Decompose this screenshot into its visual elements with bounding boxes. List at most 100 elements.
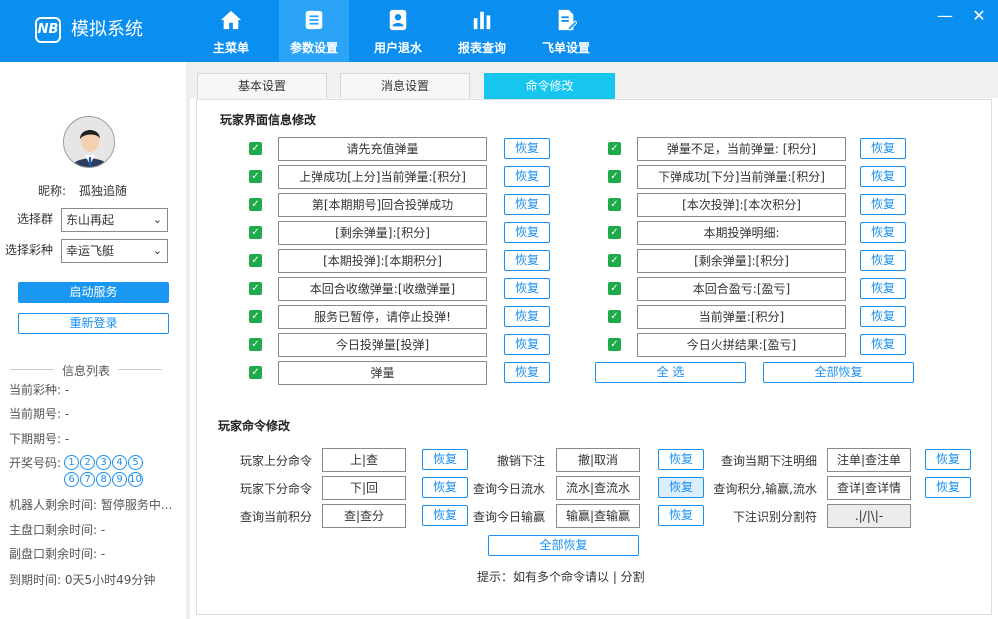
command-field[interactable]: 撤|取消 xyxy=(556,448,640,472)
restore-button[interactable]: 恢复 xyxy=(860,250,906,271)
restore-button[interactable]: 恢复 xyxy=(860,278,906,299)
checkbox[interactable]: ✓ xyxy=(249,338,262,351)
relogin-button[interactable]: 重新登录 xyxy=(18,313,169,334)
restore-button[interactable]: 恢复 xyxy=(422,505,468,526)
message-field[interactable]: 本回合盈亏:[盈亏] xyxy=(637,277,846,301)
restore-button[interactable]: 恢复 xyxy=(504,138,550,159)
checkbox[interactable]: ✓ xyxy=(608,198,621,211)
tab-basic-settings[interactable]: 基本设置 xyxy=(197,73,327,99)
message-field[interactable]: 第[本期期号]回合投弹成功 xyxy=(278,193,487,217)
restore-button[interactable]: 恢复 xyxy=(504,306,550,327)
minimize-button[interactable]: — xyxy=(936,6,954,26)
message-field[interactable]: [剩余弹量]:[积分] xyxy=(637,249,846,273)
restore-button[interactable]: 恢复 xyxy=(860,306,906,327)
draw-number: 7 xyxy=(80,472,95,487)
message-field[interactable]: 上弹成功[上分]当前弹量:[积分] xyxy=(278,165,487,189)
checkbox[interactable]: ✓ xyxy=(249,142,262,155)
close-button[interactable]: ✕ xyxy=(970,6,988,26)
message-field[interactable]: 弹量不足，当前弹量: [积分] xyxy=(637,137,846,161)
message-field[interactable]: 今日投弹量[投弹] xyxy=(278,333,487,357)
checkbox[interactable]: ✓ xyxy=(608,142,621,155)
restore-button[interactable]: 恢复 xyxy=(925,449,971,470)
chevron-down-icon: ⌄ xyxy=(152,244,162,257)
restore-button[interactable]: 恢复 xyxy=(860,138,906,159)
checkbox[interactable]: ✓ xyxy=(608,310,621,323)
checkbox[interactable]: ✓ xyxy=(608,226,621,239)
start-service-button[interactable]: 启动服务 xyxy=(18,282,169,303)
restore-button[interactable]: 恢复 xyxy=(504,334,550,355)
restore-button[interactable]: 恢复 xyxy=(925,477,971,498)
restore-button[interactable]: 恢复 xyxy=(860,166,906,187)
message-field[interactable]: 请先充值弹量 xyxy=(278,137,487,161)
restore-button[interactable]: 恢复 xyxy=(504,362,550,383)
checkbox[interactable]: ✓ xyxy=(249,310,262,323)
draw-numbers: 12345 6 7 8 9 10 xyxy=(64,453,160,487)
nav-label: 主菜单 xyxy=(212,41,249,55)
message-field[interactable]: 弹量 xyxy=(278,361,487,385)
restore-button[interactable]: 恢复 xyxy=(422,477,468,498)
command-field[interactable]: 注单|查注单 xyxy=(827,448,911,472)
message-field[interactable]: [本期投弹]:[本期积分] xyxy=(278,249,487,273)
restore-button[interactable]: 恢复 xyxy=(658,449,704,470)
checkbox[interactable]: ✓ xyxy=(249,170,262,183)
message-field[interactable]: [本次投弹]:[本次积分] xyxy=(637,193,846,217)
checkbox[interactable]: ✓ xyxy=(608,170,621,183)
sub-remaining-time: 副盘口剩余时间: - xyxy=(9,547,106,561)
checkbox[interactable]: ✓ xyxy=(249,254,262,267)
draw-number: 5 xyxy=(128,455,143,470)
nav-reports[interactable]: 报表查询 xyxy=(447,0,517,62)
restore-button[interactable]: 恢复 xyxy=(658,505,704,526)
message-field[interactable]: 本回合收缴弹量:[收缴弹量] xyxy=(278,277,487,301)
restore-button[interactable]: 恢复 xyxy=(504,278,550,299)
message-field[interactable]: 当前弹量:[积分] xyxy=(637,305,846,329)
command-field[interactable]: 查|查分 xyxy=(322,504,406,528)
restore-button[interactable]: 恢复 xyxy=(504,250,550,271)
nav-fly-order[interactable]: 飞单设置 xyxy=(531,0,601,62)
message-field[interactable]: 服务已暂停，请停止投弹! xyxy=(278,305,487,329)
checkbox[interactable]: ✓ xyxy=(608,282,621,295)
checkbox[interactable]: ✓ xyxy=(249,226,262,239)
checkbox[interactable]: ✓ xyxy=(608,254,621,267)
command-field[interactable]: 输赢|查输赢 xyxy=(556,504,640,528)
command-label: 查询当前积分 xyxy=(239,510,312,524)
draw-label: 开奖号码: xyxy=(9,456,62,470)
restore-button[interactable]: 恢复 xyxy=(860,194,906,215)
select-all-button[interactable]: 全 选 xyxy=(595,362,746,383)
draw-number: 8 xyxy=(96,472,111,487)
message-field[interactable]: [剩余弹量]:[积分] xyxy=(278,221,487,245)
checkbox[interactable]: ✓ xyxy=(608,338,621,351)
command-field[interactable]: 下|回 xyxy=(322,476,406,500)
lottery-select[interactable]: 幸运飞艇 ⌄ xyxy=(61,239,168,263)
restore-button[interactable]: 恢复 xyxy=(422,449,468,470)
restore-button[interactable]: 恢复 xyxy=(504,166,550,187)
restore-button[interactable]: 恢复 xyxy=(658,477,704,498)
group-select[interactable]: 东山再起 ⌄ xyxy=(61,208,168,232)
nav-label: 报表查询 xyxy=(457,41,506,55)
message-field[interactable]: 本期投弹明细: xyxy=(637,221,846,245)
checkbox[interactable]: ✓ xyxy=(249,366,262,379)
message-field[interactable]: 下弹成功[下分]当前弹量:[积分] xyxy=(637,165,846,189)
checkbox[interactable]: ✓ xyxy=(249,282,262,295)
command-field[interactable]: .|/|\|- xyxy=(827,504,911,528)
restore-button[interactable]: 恢复 xyxy=(860,222,906,243)
command-field[interactable]: 流水|查流水 xyxy=(556,476,640,500)
restore-all-button[interactable]: 全部恢复 xyxy=(763,362,914,383)
command-field[interactable]: 上|查 xyxy=(322,448,406,472)
message-field[interactable]: 今日火拼结果:[盈亏] xyxy=(637,333,846,357)
nav-params[interactable]: 参数设置 xyxy=(279,0,349,62)
tab-message-settings[interactable]: 消息设置 xyxy=(340,73,470,99)
restore-all-commands-button[interactable]: 全部恢复 xyxy=(488,535,639,556)
edit-doc-icon xyxy=(558,9,577,31)
nav-main-menu[interactable]: 主菜单 xyxy=(196,0,266,62)
command-label: 查询今日输赢 xyxy=(472,510,545,524)
restore-button[interactable]: 恢复 xyxy=(504,194,550,215)
checkbox[interactable]: ✓ xyxy=(249,198,262,211)
restore-button[interactable]: 恢复 xyxy=(504,222,550,243)
expire-time: 到期时间: 0天5小时49分钟 xyxy=(9,573,156,587)
app-title: 模拟系统 xyxy=(71,19,143,40)
command-field[interactable]: 查详|查详情 xyxy=(827,476,911,500)
user-card-icon xyxy=(389,9,407,31)
nav-user-refund[interactable]: 用户退水 xyxy=(363,0,433,62)
tab-command-edit[interactable]: 命令修改 xyxy=(484,73,615,99)
restore-button[interactable]: 恢复 xyxy=(860,334,906,355)
